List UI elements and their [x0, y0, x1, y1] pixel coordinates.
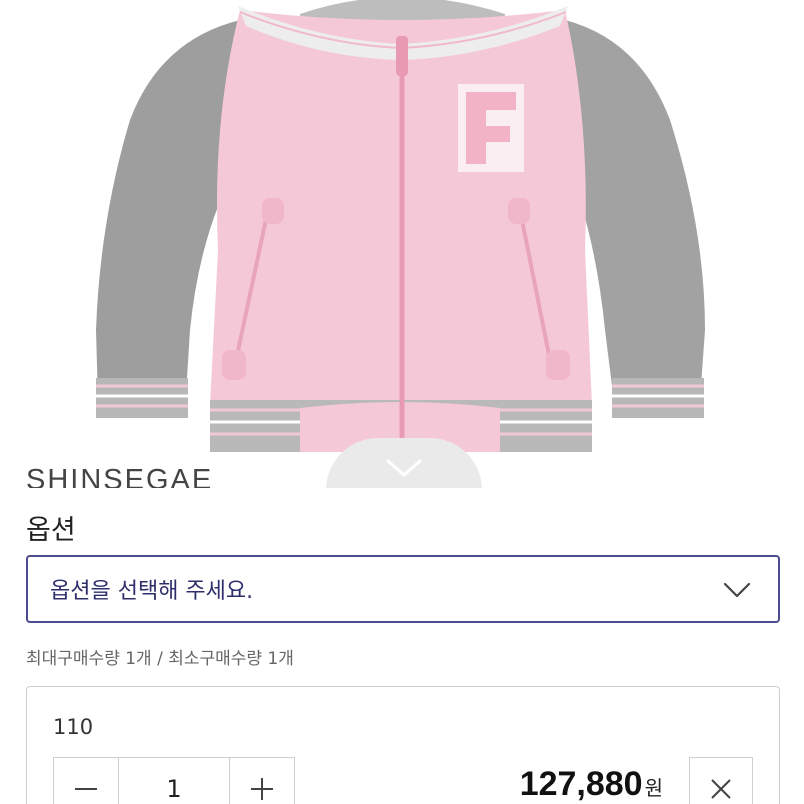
increase-quantity-button[interactable] — [230, 758, 294, 804]
option-select[interactable]: 옵션을 선택해 주세요. — [26, 555, 780, 623]
collapse-image-button[interactable] — [326, 438, 482, 490]
selected-option-name: 110 — [53, 715, 94, 739]
price-value: 127,880 — [519, 765, 643, 803]
quantity-stepper: 1 — [53, 757, 295, 804]
option-sheet: 옵션 옵션을 선택해 주세요. 최대구매수량 1개 / 최소구매수량 1개 11… — [0, 488, 804, 804]
item-price: 127,880 원 — [520, 765, 663, 804]
option-title: 옵션 — [26, 515, 76, 546]
product-image — [0, 0, 804, 488]
jacket-illustration — [96, 0, 705, 452]
remove-option-button[interactable] — [689, 757, 753, 804]
chevron-down-icon — [723, 582, 751, 598]
selected-option-card: 110 1 127,880 원 — [26, 686, 780, 804]
quantity-value[interactable]: 1 — [118, 758, 230, 804]
plus-icon — [251, 778, 273, 800]
close-icon — [711, 779, 731, 799]
minus-icon — [75, 788, 97, 790]
price-unit: 원 — [644, 776, 663, 800]
purchase-limit-text: 최대구매수량 1개 / 최소구매수량 1개 — [26, 649, 294, 669]
option-select-placeholder: 옵션을 선택해 주세요. — [50, 579, 254, 604]
chevron-down-icon — [386, 459, 422, 477]
decrease-quantity-button[interactable] — [54, 758, 118, 804]
